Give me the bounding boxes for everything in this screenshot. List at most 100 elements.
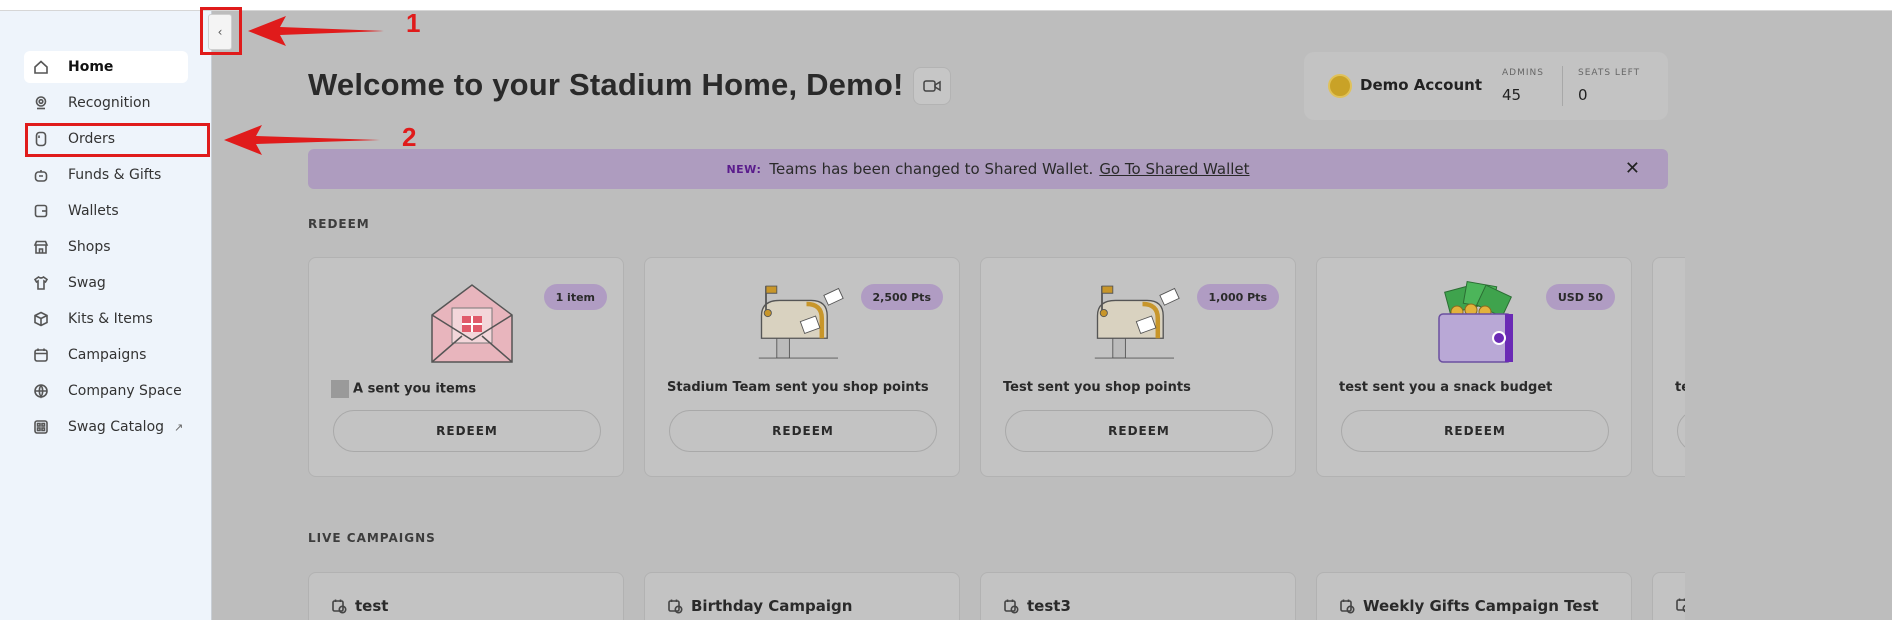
sidebar-item-campaigns[interactable]: Campaigns	[24, 339, 188, 371]
calendar-clock-icon	[1004, 599, 1019, 614]
seats-left-value: 0	[1578, 86, 1588, 104]
sidebar-item-label: Funds & Gifts	[68, 167, 162, 183]
card-text: test sent you a snack budget	[1339, 380, 1553, 395]
calendar-clock-icon	[1676, 598, 1685, 613]
card-text-label: A sent you items	[353, 381, 477, 397]
campaign-title-label: test3	[1027, 597, 1071, 615]
redeem-section-label: REDEEM	[308, 217, 370, 231]
live-campaigns-section-label: LIVE CAMPAIGNS	[308, 531, 436, 545]
redeem-button[interactable]: REDEEM	[1341, 410, 1609, 452]
campaign-title-label: Weekly Gifts Campaign Test	[1363, 597, 1599, 615]
sidebar-item-label: Swag Catalog	[68, 419, 165, 435]
sidebar-item-label: Shops	[68, 239, 111, 255]
campaign-title-label: test	[355, 597, 389, 615]
admins-value: 45	[1502, 86, 1522, 104]
shared-wallet-link[interactable]: Go To Shared Wallet	[1099, 160, 1249, 178]
sidebar-item-home[interactable]: Home	[24, 51, 188, 83]
sidebar-item-label: Recognition	[68, 95, 151, 111]
wallet-cash-icon	[1438, 280, 1513, 363]
envelope-gift-icon	[431, 284, 513, 363]
admins-label: ADMINS	[1502, 68, 1544, 78]
home-icon	[32, 58, 50, 76]
mailbox-icon	[758, 285, 844, 359]
gift-icon	[32, 166, 50, 184]
highlight-box-toggle	[200, 7, 242, 55]
account-card: Demo Account ADMINS 45 SEATS LEFT 0	[1304, 52, 1668, 120]
sidebar-item-kits-items[interactable]: Kits & Items	[24, 303, 188, 335]
campaign-title: test3	[1003, 597, 1071, 615]
store-icon	[32, 238, 50, 256]
redeem-button[interactable]: REDEEM	[333, 410, 601, 452]
sidebar-item-label: Campaigns	[68, 347, 147, 363]
calendar-clock-icon	[668, 599, 683, 614]
redeem-button[interactable]	[1677, 410, 1685, 452]
account-name: Demo Account	[1360, 76, 1483, 94]
redeem-button[interactable]: REDEEM	[1005, 410, 1273, 452]
card-text: Test sent you shop points	[1003, 380, 1191, 395]
sidebar-item-wallets[interactable]: Wallets	[24, 195, 188, 227]
award-icon	[32, 94, 50, 112]
catalog-icon	[32, 418, 50, 436]
campaign-title-label: Birthday Campaign	[691, 597, 853, 615]
external-link-icon: ↗	[174, 420, 184, 434]
calendar-clock-icon	[1340, 599, 1355, 614]
redeem-card[interactable]: 1,000 Pts Test sent you shop points REDE…	[980, 257, 1296, 477]
card-text: te	[1675, 380, 1685, 395]
sidebar-item-label: Wallets	[68, 203, 119, 219]
sidebar-item-swag[interactable]: Swag	[24, 267, 188, 299]
sidebar-item-swag-catalog[interactable]: Swag Catalog ↗	[24, 411, 188, 443]
sidebar-item-shops[interactable]: Shops	[24, 231, 188, 263]
sidebar-item-recognition[interactable]: Recognition	[24, 87, 188, 119]
redeem-card[interactable]: te	[1652, 257, 1685, 477]
sidebar-item-funds-gifts[interactable]: Funds & Gifts	[24, 159, 188, 191]
redeem-card[interactable]: 2,500 Pts Stadium Team sent you shop poi…	[644, 257, 960, 477]
announcement-banner: NEW: Teams has been changed to Shared Wa…	[308, 149, 1668, 189]
box-icon	[32, 310, 50, 328]
stat-divider	[1562, 66, 1563, 106]
campaign-card[interactable]: Birthday Campaign	[644, 572, 960, 620]
item-badge: 1 item	[543, 284, 607, 310]
campaign-card[interactable]: Weekly Gifts Campaign Test	[1316, 572, 1632, 620]
campaign-title: Weekly Gifts Campaign Test	[1339, 597, 1599, 615]
top-bar	[0, 0, 1892, 11]
sidebar-item-label: Swag	[68, 275, 106, 291]
campaign-title: test	[331, 597, 388, 615]
annotation-number-1: 1	[406, 8, 421, 38]
seats-left-label: SEATS LEFT	[1578, 68, 1641, 78]
sidebar-item-label: Home	[68, 59, 114, 75]
annotation-arrow-icon	[248, 16, 384, 46]
card-text: A sent you items	[331, 380, 476, 398]
video-button[interactable]	[913, 67, 951, 105]
avatar	[331, 380, 349, 398]
card-text: Stadium Team sent you shop points	[667, 380, 929, 395]
budget-badge: USD 50	[1545, 284, 1615, 310]
redeem-cards: 1 item A sent you items REDEEM 2,500 Pts…	[308, 257, 1685, 477]
points-badge: 2,500 Pts	[860, 284, 943, 310]
video-camera-icon	[923, 80, 941, 92]
mailbox-icon	[1094, 285, 1180, 359]
coin-icon	[1328, 74, 1352, 98]
points-badge: 1,000 Pts	[1196, 284, 1279, 310]
page-title: Welcome to your Stadium Home, Demo!	[308, 67, 904, 102]
campaign-card[interactable]: test	[308, 572, 624, 620]
close-icon[interactable]: ✕	[1625, 158, 1640, 179]
calendar-clock-icon	[332, 599, 347, 614]
redeem-card[interactable]: 1 item A sent you items REDEEM	[308, 257, 624, 477]
redeem-button[interactable]: REDEEM	[669, 410, 937, 452]
sidebar-item-company-space[interactable]: Company Space	[24, 375, 188, 407]
campaign-card[interactable]: test3	[980, 572, 1296, 620]
sidebar-item-label: Kits & Items	[68, 311, 153, 327]
sidebar: Home Recognition Orders Funds & Gifts Wa…	[0, 11, 212, 620]
banner-tag: NEW:	[726, 162, 762, 176]
campaign-card[interactable]	[1652, 572, 1685, 620]
calendar-icon	[32, 346, 50, 364]
banner-text: Teams has been changed to Shared Wallet.	[769, 160, 1094, 178]
redeem-card[interactable]: USD 50 test sent you a snack budget REDE…	[1316, 257, 1632, 477]
highlight-box-orders	[25, 123, 210, 157]
campaign-title: Birthday Campaign	[667, 597, 852, 615]
campaign-title	[1675, 597, 1685, 613]
shirt-icon	[32, 274, 50, 292]
wallet-icon	[32, 202, 50, 220]
globe-icon	[32, 382, 50, 400]
campaign-cards: test Birthday Campaign test3 Weekly Gift…	[308, 572, 1685, 620]
